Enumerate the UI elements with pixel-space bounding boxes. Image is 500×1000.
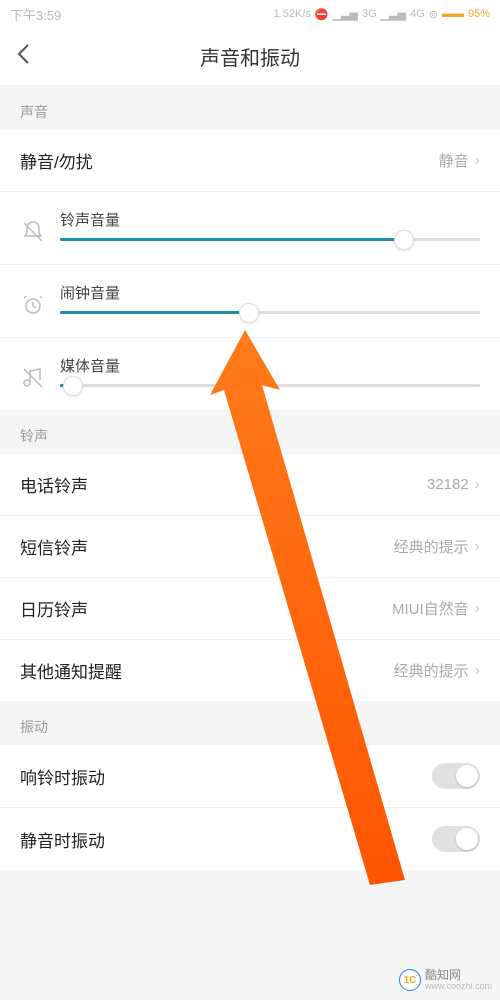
net-speed: 1.52K/s <box>274 8 311 20</box>
vibrate-on-silent-label: 静音时振动 <box>20 827 105 852</box>
net-4g: 4G <box>410 8 425 20</box>
section-label-ringtone: 铃声 <box>0 410 500 454</box>
chevron-right-icon: › <box>475 538 480 556</box>
net-3g: 3G <box>362 8 377 20</box>
media-volume-slider[interactable] <box>60 384 480 387</box>
sms-ringtone-value: 经典的提示 <box>394 536 469 557</box>
sound-card: 静音/勿扰 静音 › 铃声音量 闹钟音量 <box>0 130 500 410</box>
phone-ringtone-row[interactable]: 电话铃声 32182 › <box>0 454 500 516</box>
vibrate-on-silent-row: 静音时振动 <box>0 808 500 870</box>
media-volume-row: 媒体音量 <box>0 338 500 410</box>
status-indicators: 1.52K/s ⛔ ▁▃▅ 3G ▁▃▅ 4G ⊚ ▬▬ 95% <box>274 8 490 21</box>
header: 声音和振动 <box>0 28 500 86</box>
ringtone-card: 电话铃声 32182 › 短信铃声 经典的提示 › 日历铃声 MIUI自然音 › 其他… <box>0 454 500 701</box>
sms-ringtone-row[interactable]: 短信铃声 经典的提示 › <box>0 516 500 578</box>
silent-dnd-row[interactable]: 静音/勿扰 静音 › <box>0 130 500 192</box>
signal-icon-2: ▁▃▅ <box>381 8 406 21</box>
section-label-vibration: 振动 <box>0 701 500 745</box>
section-label-sound: 声音 <box>0 86 500 130</box>
alarm-volume-row: 闹钟音量 <box>0 265 500 338</box>
chevron-right-icon: › <box>475 600 480 618</box>
phone-ringtone-label: 电话铃声 <box>20 472 88 497</box>
battery-icon: ▬▬ <box>442 8 464 20</box>
vibrate-on-silent-toggle[interactable] <box>432 826 480 852</box>
media-volume-label: 媒体音量 <box>60 355 480 376</box>
other-notification-row[interactable]: 其他通知提醒 经典的提示 › <box>0 640 500 701</box>
vibration-card: 响铃时振动 静音时振动 <box>0 745 500 870</box>
ringtone-volume-slider[interactable] <box>60 238 480 241</box>
media-volume-thumb[interactable] <box>63 376 83 396</box>
phone-ringtone-value: 32182 <box>427 476 469 493</box>
signal-icon: ▁▃▅ <box>333 8 358 21</box>
alarm-clock-icon <box>20 293 46 317</box>
watermark-logo: 1C <box>399 969 421 991</box>
battery-pct: 95% <box>468 8 490 20</box>
page-title: 声音和振动 <box>200 42 300 71</box>
ringtone-volume-thumb[interactable] <box>394 230 414 250</box>
watermark: 1C 酷知网 www.coozhi.com <box>399 969 492 992</box>
silent-dnd-label: 静音/勿扰 <box>20 148 93 173</box>
ringtone-volume-row: 铃声音量 <box>0 192 500 265</box>
bell-off-icon <box>20 220 46 244</box>
music-note-off-icon <box>20 366 46 390</box>
alarm-volume-slider[interactable] <box>60 311 480 314</box>
calendar-ringtone-row[interactable]: 日历铃声 MIUI自然音 › <box>0 578 500 640</box>
calendar-ringtone-label: 日历铃声 <box>20 596 88 621</box>
alarm-volume-thumb[interactable] <box>239 303 259 323</box>
mute-icon: ⛔ <box>315 8 329 21</box>
other-notification-label: 其他通知提醒 <box>20 658 122 683</box>
ringtone-volume-label: 铃声音量 <box>60 209 480 230</box>
vibrate-on-ring-row: 响铃时振动 <box>0 745 500 808</box>
chevron-left-icon <box>16 43 30 65</box>
chevron-right-icon: › <box>475 662 480 680</box>
chevron-right-icon: › <box>475 152 480 170</box>
status-bar: 下午3:59 1.52K/s ⛔ ▁▃▅ 3G ▁▃▅ 4G ⊚ ▬▬ 95% <box>0 0 500 28</box>
wifi-icon: ⊚ <box>429 8 438 21</box>
watermark-url: www.coozhi.com <box>425 982 492 992</box>
vibrate-on-ring-label: 响铃时振动 <box>20 764 105 789</box>
back-button[interactable] <box>16 43 30 71</box>
silent-dnd-value: 静音 <box>439 150 469 171</box>
calendar-ringtone-value: MIUI自然音 <box>392 598 469 619</box>
other-notification-value: 经典的提示 <box>394 660 469 681</box>
chevron-right-icon: › <box>475 476 480 494</box>
sms-ringtone-label: 短信铃声 <box>20 534 88 559</box>
alarm-volume-label: 闹钟音量 <box>60 282 480 303</box>
vibrate-on-ring-toggle[interactable] <box>432 763 480 789</box>
status-time: 下午3:59 <box>10 5 61 24</box>
